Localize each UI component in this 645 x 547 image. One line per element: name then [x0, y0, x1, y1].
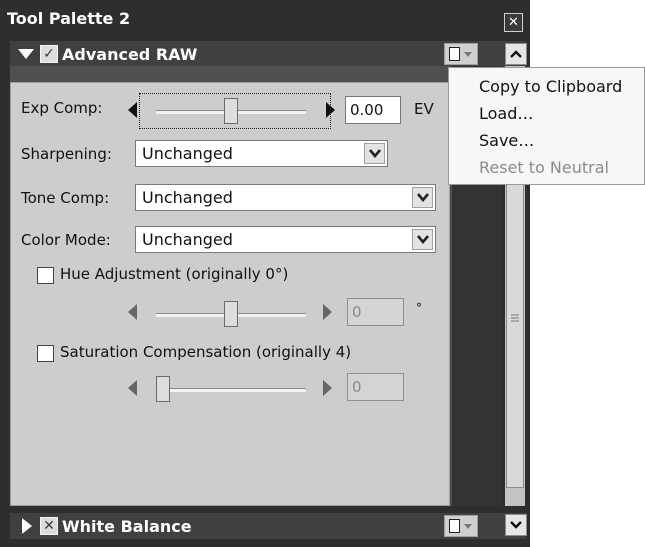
- saturation-decrease-icon[interactable]: [128, 380, 137, 396]
- chevron-down-icon[interactable]: [412, 229, 433, 250]
- tone-comp-value: Unchanged: [142, 188, 233, 207]
- hue-value: 0: [352, 303, 362, 321]
- saturation-compensation-checkbox[interactable]: [37, 345, 54, 362]
- color-mode-value: Unchanged: [142, 230, 233, 249]
- exp-comp-decrease-icon[interactable]: [128, 102, 137, 118]
- saturation-compensation-label: Saturation Compensation (originally 4): [60, 343, 352, 361]
- window-title: Tool Palette 2: [7, 9, 131, 28]
- degree-unit-label: °: [416, 301, 422, 315]
- tone-comp-select[interactable]: Unchanged: [135, 184, 436, 211]
- hue-decrease-icon[interactable]: [128, 304, 137, 320]
- white-balance-menu-button[interactable]: [444, 515, 478, 537]
- hue-adjustment-checkbox[interactable]: [37, 267, 54, 284]
- color-mode-label: Color Mode:: [21, 231, 111, 249]
- hue-value-field[interactable]: 0: [347, 298, 404, 326]
- chevron-up-icon: [510, 50, 522, 58]
- menu-item-reset-to-neutral: Reset to Neutral: [479, 158, 609, 177]
- dropdown-arrow-icon: [464, 524, 472, 529]
- hue-increase-icon[interactable]: [323, 304, 332, 320]
- section-header-white-balance[interactable]: ✕ White Balance: [10, 513, 526, 539]
- exp-comp-value: 0.00: [350, 101, 384, 119]
- hue-adjustment-label: Hue Adjustment (originally 0°): [60, 265, 289, 283]
- scroll-thumb[interactable]: [506, 156, 524, 488]
- section-enable-checkbox[interactable]: ✓: [40, 45, 58, 63]
- white-balance-title: White Balance: [62, 517, 192, 536]
- section-header-advanced-raw[interactable]: ✓ Advanced RAW: [10, 41, 526, 67]
- section-context-menu: Copy to Clipboard Load… Save… Reset to N…: [448, 67, 645, 185]
- menu-item-load[interactable]: Load…: [479, 104, 533, 123]
- saturation-value: 0: [352, 378, 362, 396]
- document-icon: [449, 47, 460, 61]
- menu-item-copy-to-clipboard[interactable]: Copy to Clipboard: [479, 77, 622, 96]
- exp-comp-increase-icon[interactable]: [326, 102, 335, 118]
- dropdown-arrow-icon: [464, 52, 472, 57]
- grip-icon: [511, 314, 519, 322]
- chevron-down-icon[interactable]: [364, 143, 385, 164]
- color-mode-select[interactable]: Unchanged: [135, 226, 436, 253]
- close-button[interactable]: ✕: [504, 13, 523, 32]
- section-title: Advanced RAW: [62, 45, 198, 64]
- saturation-value-field[interactable]: 0: [347, 373, 404, 401]
- exp-comp-slider-thumb[interactable]: [224, 98, 238, 124]
- scroll-up-button[interactable]: [505, 43, 527, 65]
- menu-item-save[interactable]: Save…: [479, 131, 534, 150]
- sharpening-value: Unchanged: [142, 144, 233, 163]
- chevron-down-icon: [510, 521, 522, 529]
- document-icon: [449, 519, 460, 533]
- expand-triangle-icon[interactable]: [22, 518, 32, 534]
- saturation-increase-icon[interactable]: [323, 380, 332, 396]
- sharpening-select[interactable]: Unchanged: [135, 140, 388, 167]
- saturation-slider-track[interactable]: [156, 388, 306, 392]
- hue-slider-thumb[interactable]: [224, 301, 238, 327]
- tone-comp-label: Tone Comp:: [21, 189, 110, 207]
- exp-comp-value-field[interactable]: 0.00: [345, 96, 401, 124]
- collapse-triangle-icon[interactable]: [18, 49, 34, 59]
- exp-comp-label: Exp Comp:: [21, 99, 103, 117]
- saturation-slider-thumb[interactable]: [156, 376, 170, 402]
- white-balance-enable-checkbox[interactable]: ✕: [40, 517, 58, 535]
- title-bar[interactable]: Tool Palette 2 ✕: [0, 0, 530, 38]
- chevron-down-icon[interactable]: [412, 187, 433, 208]
- section-menu-button[interactable]: [444, 43, 478, 65]
- ev-unit-label: EV: [414, 100, 434, 118]
- scroll-down-button[interactable]: [505, 514, 527, 536]
- sharpening-label: Sharpening:: [21, 145, 112, 163]
- advanced-raw-content: Exp Comp: 0.00 EV Sharpening: Unchanged …: [10, 82, 450, 506]
